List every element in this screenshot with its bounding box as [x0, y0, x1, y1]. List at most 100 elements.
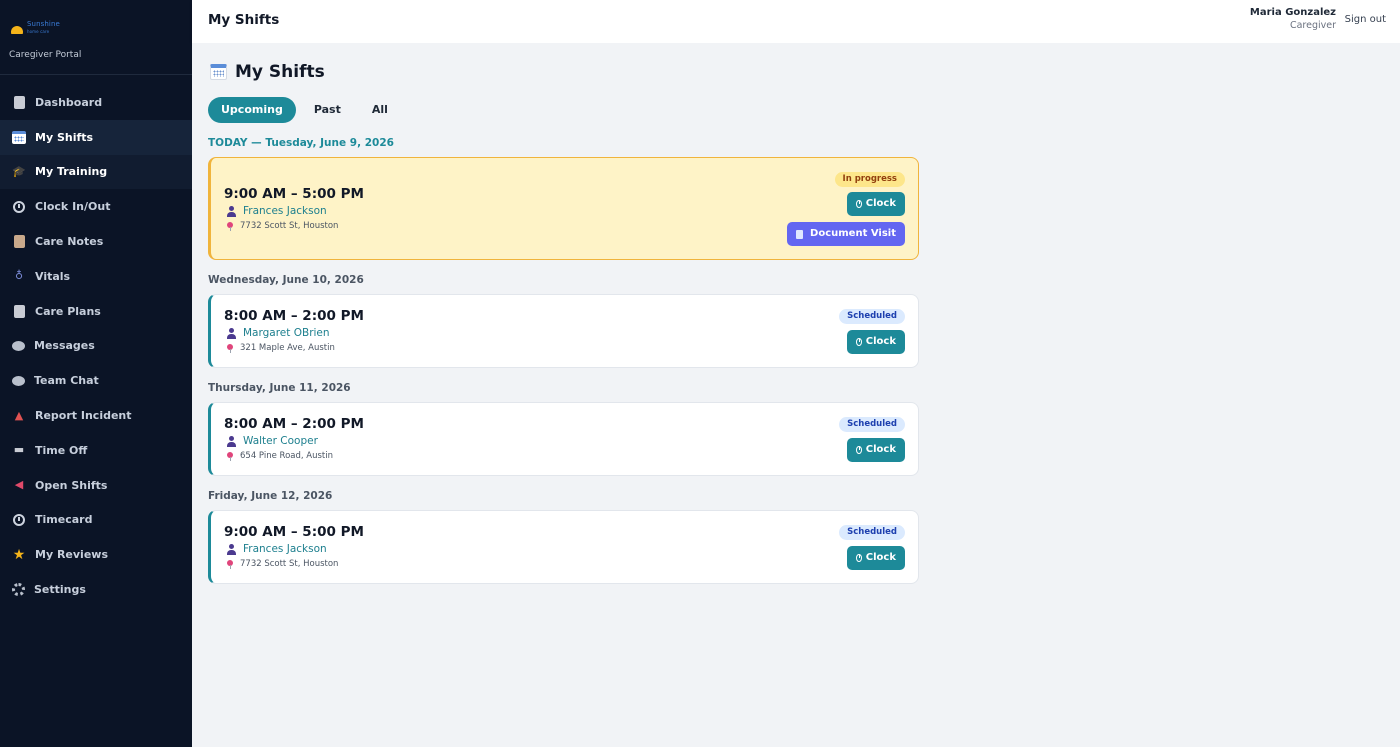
tab-upcoming[interactable]: Upcoming	[208, 97, 296, 123]
shift-time: 9:00 AM – 5:00 PM	[224, 186, 364, 202]
shift-card[interactable]: 8:00 AM – 2:00 PM Margaret OBrien 321 Ma…	[208, 294, 919, 368]
sidebar-item-label: Settings	[34, 583, 86, 597]
shift-card[interactable]: 9:00 AM – 5:00 PM Frances Jackson 7732 S…	[208, 157, 919, 260]
address-text: 654 Pine Road, Austin	[240, 451, 333, 461]
stopwatch-icon	[856, 554, 862, 562]
sidebar-item-label: Care Notes	[35, 235, 104, 249]
clock-button-label: Clock	[865, 444, 896, 455]
sidebar-item-open-shifts[interactable]: ◀ Open Shifts	[0, 468, 192, 503]
sidebar-item-time-off[interactable]: ▬ Time Off	[0, 433, 192, 468]
siren-icon: ▲	[14, 408, 24, 422]
shift-time: 8:00 AM – 2:00 PM	[224, 308, 364, 324]
status-badge: In progress	[834, 172, 905, 187]
logo[interactable]: Sunshine home care	[9, 18, 192, 38]
client-name[interactable]: Frances Jackson	[226, 205, 327, 217]
day-heading: Wednesday, June 10, 2026	[208, 274, 364, 286]
address-text: 321 Maple Ave, Austin	[240, 343, 335, 353]
sidebar-item-care-plans[interactable]: Care Plans	[0, 294, 192, 329]
sidebar-item-messages[interactable]: Messages	[0, 329, 192, 364]
client-name-text: Walter Cooper	[243, 435, 318, 447]
portal-label: Caregiver Portal	[9, 50, 82, 60]
sidebar-item-timecard[interactable]: Timecard	[0, 503, 192, 538]
person-icon	[226, 205, 237, 217]
client-name[interactable]: Frances Jackson	[226, 543, 327, 555]
sidebar-item-my-reviews[interactable]: ★ My Reviews	[0, 537, 192, 572]
user-name: Maria Gonzalez	[1249, 7, 1336, 18]
clipboard-icon	[14, 304, 25, 318]
sidebar-item-care-notes[interactable]: Care Notes	[0, 224, 192, 259]
sidebar-item-clock-in-out[interactable]: Clock In/Out	[0, 189, 192, 224]
person-icon	[226, 543, 237, 555]
clock-button[interactable]: Clock	[847, 438, 905, 462]
person-icon	[226, 327, 237, 339]
logo-name: Sunshine	[27, 20, 60, 28]
status-badge: Scheduled	[839, 309, 905, 324]
sidebar-item-label: Team Chat	[34, 374, 99, 388]
status-badge: Scheduled	[839, 417, 905, 432]
logo-text: Sunshine home care	[27, 21, 60, 35]
top-bar: My Shifts Maria Gonzalez Caregiver Sign …	[192, 0, 1400, 43]
clock-button[interactable]: Clock	[847, 546, 905, 570]
calendar-icon	[210, 64, 227, 80]
megaphone-icon: ◀	[14, 478, 24, 492]
page-header: My Shifts	[210, 62, 325, 82]
clipboard-icon	[14, 95, 25, 109]
sidebar-item-vitals[interactable]: ♁ Vitals	[0, 259, 192, 294]
stopwatch-icon	[856, 338, 862, 346]
stopwatch-icon	[13, 200, 25, 213]
calendar-icon	[12, 130, 26, 144]
user-role: Caregiver	[1289, 20, 1336, 31]
sidebar-nav: Dashboard My Shifts 🎓 My Training Clock …	[0, 75, 192, 607]
sidebar-item-label: Care Plans	[35, 304, 101, 318]
main-content: My Shifts Upcoming Past All TODAY — Tues…	[192, 43, 1400, 747]
speech-bubble-icon	[12, 375, 25, 386]
shift-address: 7732 Scott St, Houston	[227, 221, 338, 231]
shift-card[interactable]: 8:00 AM – 2:00 PM Walter Cooper 654 Pine…	[208, 402, 919, 476]
clipboard-icon	[796, 229, 804, 239]
sidebar-item-label: Time Off	[35, 443, 88, 457]
location-pin-icon	[227, 343, 233, 353]
sidebar-item-team-chat[interactable]: Team Chat	[0, 363, 192, 398]
location-pin-icon	[227, 559, 233, 569]
sidebar: Sunshine home care Caregiver Portal Dash…	[0, 0, 192, 747]
day-heading: Thursday, June 11, 2026	[208, 382, 351, 394]
sidebar-item-label: Dashboard	[35, 95, 103, 109]
sidebar-item-label: Messages	[34, 339, 95, 353]
shift-time: 9:00 AM – 5:00 PM	[224, 524, 364, 540]
sidebar-item-settings[interactable]: Settings	[0, 572, 192, 607]
shift-card[interactable]: 9:00 AM – 5:00 PM Frances Jackson 7732 S…	[208, 510, 919, 584]
document-visit-button[interactable]: Document Visit	[787, 222, 905, 246]
clock-button-label: Clock	[865, 552, 896, 563]
sidebar-item-report-incident[interactable]: ▲ Report Incident	[0, 398, 192, 433]
sun-logo-icon	[9, 22, 25, 34]
document-visit-label: Document Visit	[810, 228, 896, 239]
day-heading-today: TODAY — Tuesday, June 9, 2026	[208, 137, 394, 149]
sidebar-item-label: Clock In/Out	[35, 200, 111, 214]
location-pin-icon	[227, 221, 233, 231]
location-pin-icon	[227, 451, 233, 461]
client-name[interactable]: Margaret OBrien	[226, 327, 330, 339]
star-icon: ★	[12, 546, 26, 563]
graduation-cap-icon: 🎓	[12, 164, 26, 178]
sidebar-item-my-shifts[interactable]: My Shifts	[0, 119, 192, 155]
sidebar-item-dashboard[interactable]: Dashboard	[0, 85, 192, 120]
gear-icon	[12, 583, 25, 597]
brand: Sunshine home care Caregiver Portal	[0, 0, 192, 75]
client-name[interactable]: Walter Cooper	[226, 435, 318, 447]
header-title: My Shifts	[208, 12, 280, 28]
stopwatch-icon	[856, 200, 862, 208]
client-name-text: Frances Jackson	[243, 205, 327, 217]
shift-tabs: Upcoming Past All	[208, 97, 406, 123]
clock-button[interactable]: Clock	[847, 330, 905, 354]
sidebar-item-my-training[interactable]: 🎓 My Training	[0, 154, 192, 190]
tab-past[interactable]: Past	[301, 97, 354, 123]
sign-out-link[interactable]: Sign out	[1345, 14, 1386, 25]
clock-button[interactable]: Clock	[847, 192, 905, 216]
user-info: Maria Gonzalez Caregiver	[1250, 7, 1336, 31]
sidebar-item-label: My Shifts	[35, 130, 94, 144]
clock-button-label: Clock	[865, 336, 896, 347]
tab-all[interactable]: All	[359, 97, 401, 123]
shift-time: 8:00 AM – 2:00 PM	[224, 416, 364, 432]
notepad-icon	[14, 235, 25, 249]
shift-address: 654 Pine Road, Austin	[227, 451, 333, 461]
